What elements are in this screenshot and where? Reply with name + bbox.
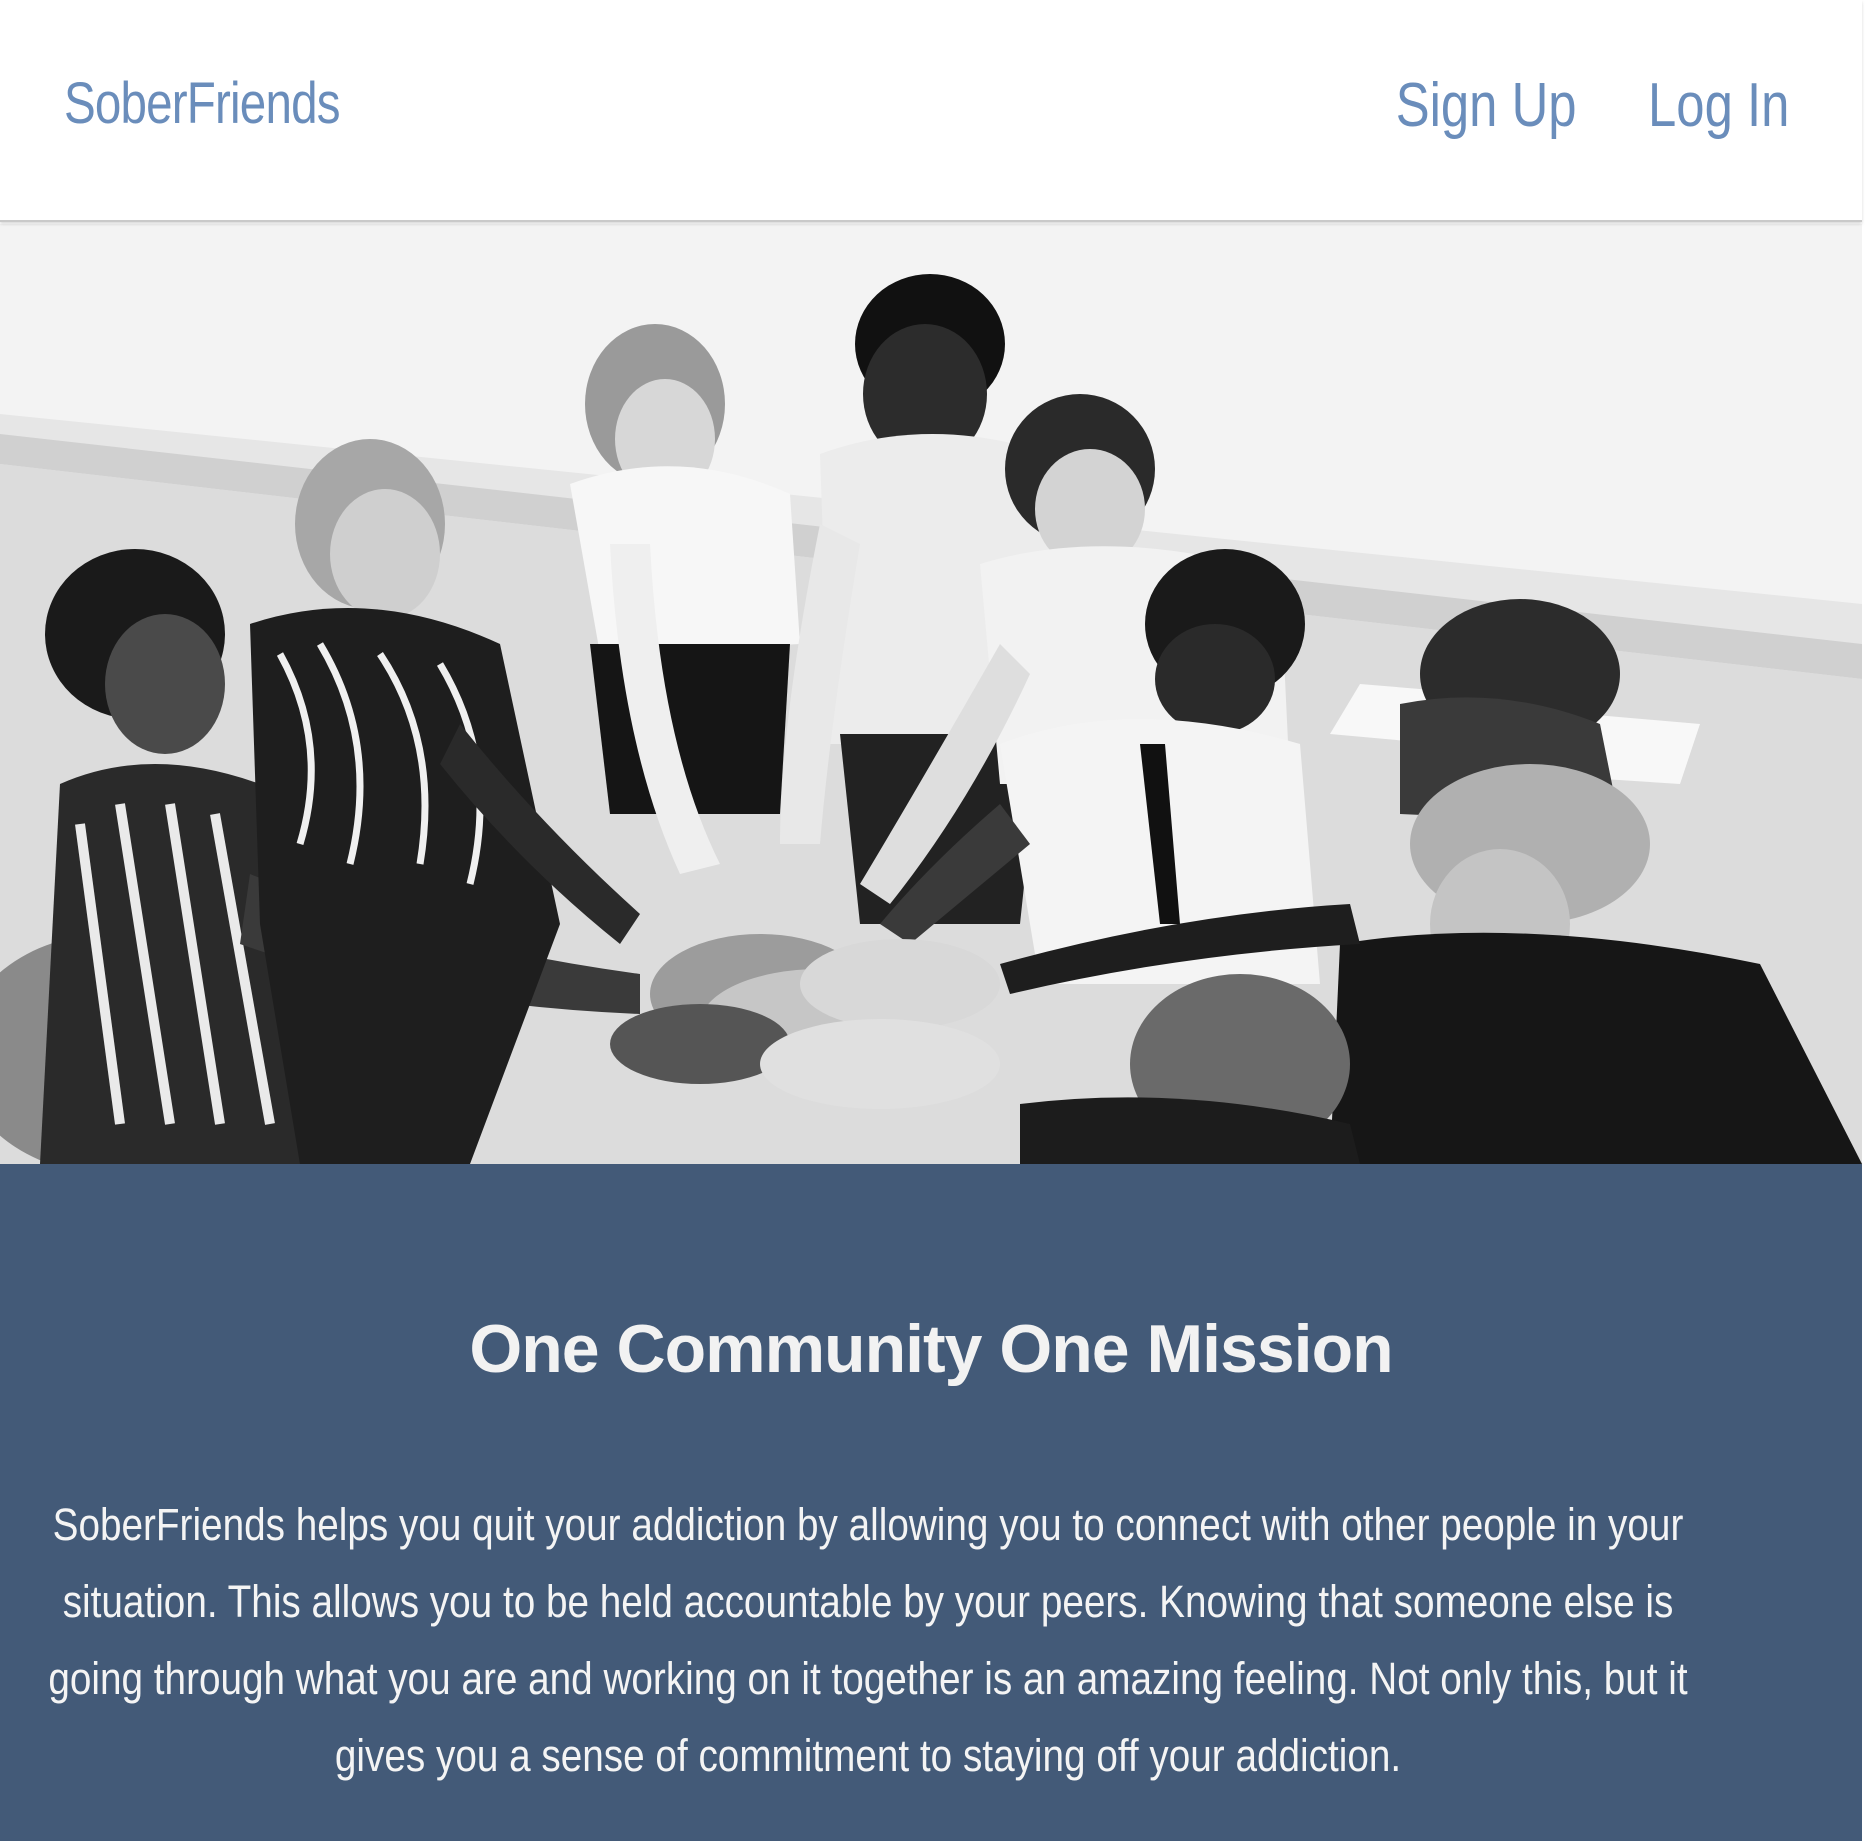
nav-links: Sign Up Log In [1356,70,1789,141]
log-in-link[interactable]: Log In [1648,70,1789,141]
mission-section: One Community One Mission SoberFriends h… [0,1164,1862,1841]
top-navbar: SoberFriends Sign Up Log In [0,0,1862,222]
sign-up-link[interactable]: Sign Up [1396,70,1577,141]
mission-description: SoberFriends helps you quit your addicti… [48,1499,1688,1781]
mission-title: One Community One Mission [469,1311,1393,1387]
brand-logo-link[interactable]: SoberFriends [64,70,340,137]
hero-photo-illustration [0,224,1862,1164]
hero-image [0,224,1862,1164]
page: SoberFriends Sign Up Log In One Communit… [0,0,1869,1841]
